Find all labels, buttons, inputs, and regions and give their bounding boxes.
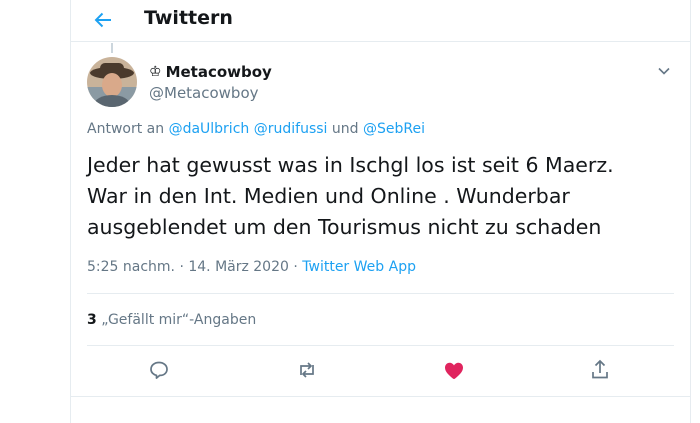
divider [71, 396, 690, 397]
action-bar [71, 358, 690, 386]
chevron-down-icon[interactable] [656, 63, 672, 79]
mention-link[interactable]: @SebRei [363, 121, 425, 137]
page-header: Twittern [71, 0, 690, 42]
user-handle[interactable]: @Metacowboy [149, 84, 259, 102]
like-count[interactable]: 3 „Gefällt mir“-Angaben [87, 312, 256, 328]
mention-link[interactable]: @daUlbrich [169, 121, 250, 137]
thread-connector [111, 43, 113, 53]
back-arrow-icon[interactable] [91, 8, 115, 32]
tweet-column: Twittern ♔ Metacowboy @Metacowboy Antwor… [70, 0, 691, 423]
divider [87, 345, 674, 346]
mention-link[interactable]: @rudifussi [254, 121, 328, 137]
display-name[interactable]: Metacowboy [166, 63, 272, 81]
divider [87, 293, 674, 294]
tweet-text: Jeder hat gewusst was in Ischgl los ist … [87, 153, 614, 239]
tweet-source-link[interactable]: Twitter Web App [302, 259, 416, 275]
reply-context: Antwort an @daUlbrich @rudifussi und @Se… [87, 121, 425, 137]
author-name[interactable]: ♔ Metacowboy [149, 63, 272, 81]
crown-icon: ♔ [149, 64, 162, 80]
share-icon[interactable] [588, 358, 612, 382]
tweet-metadata: 5:25 nachm. · 14. März 2020 · Twitter We… [87, 259, 416, 275]
avatar[interactable] [87, 57, 137, 107]
page-title: Twittern [144, 7, 233, 29]
heart-icon[interactable] [442, 358, 466, 382]
reply-icon[interactable] [147, 358, 171, 382]
retweet-icon[interactable] [295, 358, 319, 382]
tweet-timestamp[interactable]: 5:25 nachm. · 14. März 2020 [87, 259, 289, 275]
